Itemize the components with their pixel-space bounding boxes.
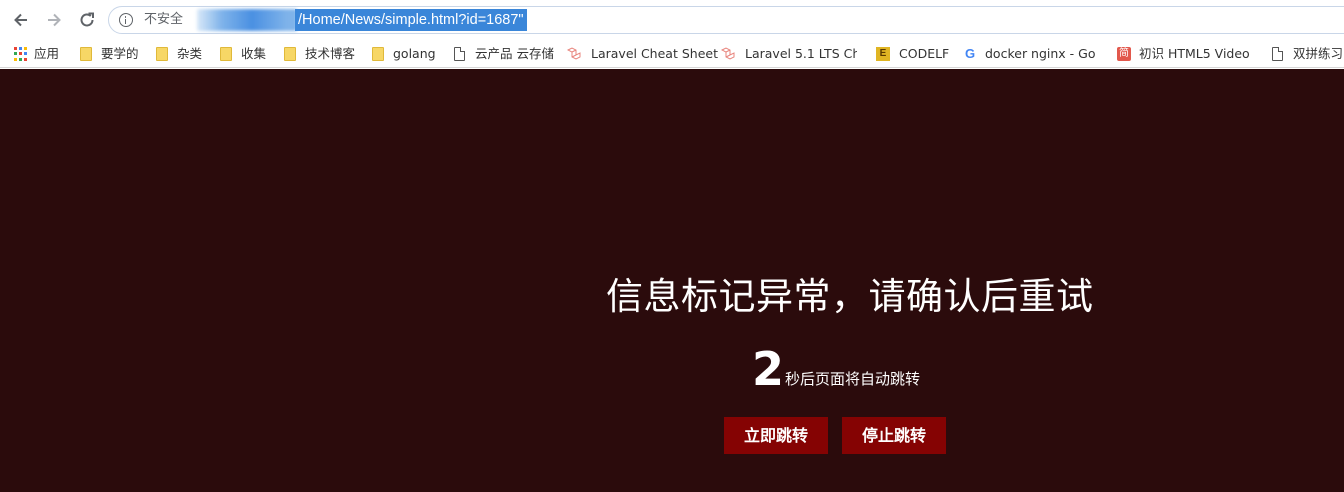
reload-button[interactable] xyxy=(75,8,99,32)
url-text[interactable]: /Home/News/simple.html?id=1687" xyxy=(295,9,527,31)
forward-button[interactable] xyxy=(42,8,66,32)
laravel-icon xyxy=(721,47,737,61)
laravel-icon xyxy=(567,47,583,61)
back-button[interactable] xyxy=(9,8,33,32)
bookmark-folder[interactable]: 收集 xyxy=(220,44,266,64)
bookmark-label: CODELF xyxy=(899,46,950,61)
redacted-host xyxy=(197,9,297,31)
bookmark-apps[interactable]: 应用 xyxy=(14,44,59,64)
bookmark-html5-video[interactable]: 简 初识 HTML5 Video xyxy=(1117,44,1251,64)
bookmark-folder[interactable]: golang xyxy=(372,44,436,64)
stop-redirect-button[interactable]: 停止跳转 xyxy=(842,417,946,454)
apps-grid-icon xyxy=(14,47,28,61)
page-icon xyxy=(454,47,465,61)
bookmark-label: 技术博客 xyxy=(305,46,356,61)
info-icon[interactable] xyxy=(119,13,133,27)
folder-icon xyxy=(156,47,168,61)
bookmark-label: 云产品 云存储 xyxy=(475,46,554,61)
bookmark-folder[interactable]: 技术博客 xyxy=(284,44,355,64)
security-label[interactable]: 不安全 xyxy=(144,12,183,28)
reload-icon xyxy=(80,12,94,27)
bookmark-label: 收集 xyxy=(241,46,267,61)
page-icon xyxy=(1272,47,1283,61)
bookmark-laravel-lts[interactable]: Laravel 5.1 LTS Che xyxy=(721,44,857,64)
countdown-text: 秒后页面将自动跳转 xyxy=(785,370,921,388)
arrow-left-icon xyxy=(14,13,27,27)
folder-icon xyxy=(80,47,92,61)
folder-icon xyxy=(284,47,296,61)
jianshu-icon: 简 xyxy=(1117,47,1131,61)
bookmark-label: 初识 HTML5 Video xyxy=(1139,46,1250,61)
bookmark-folder[interactable]: 杂类 xyxy=(156,44,202,64)
bookmark-folder[interactable]: 要学的 xyxy=(80,44,139,64)
folder-icon xyxy=(220,47,232,61)
page-content: 信息标记异常，请确认后重试 2 秒后页面将自动跳转 立即跳转 停止跳转 xyxy=(0,69,1344,492)
bookmark-label: 应用 xyxy=(34,46,60,61)
browser-toolbar: 不安全 /Home/News/simple.html?id=1687" xyxy=(0,0,1344,40)
redirect-now-button[interactable]: 立即跳转 xyxy=(724,417,828,454)
bookmark-label: Laravel Cheat Sheet xyxy=(591,46,718,61)
bookmark-codelf[interactable]: E CODELF xyxy=(876,44,949,64)
codelf-icon: E xyxy=(876,47,890,61)
arrow-right-icon xyxy=(48,13,61,27)
bookmarks-bar: 应用 要学的 杂类 收集 技术博客 golang 云产品 云存储 Laravel… xyxy=(0,40,1344,68)
folder-icon xyxy=(372,47,384,61)
bookmark-page[interactable]: 云产品 云存储 xyxy=(454,44,554,64)
bookmark-laravel-cheat-sheet[interactable]: Laravel Cheat Sheet xyxy=(567,44,718,64)
bookmark-label: Laravel 5.1 LTS Che xyxy=(745,46,857,61)
address-bar[interactable]: 不安全 /Home/News/simple.html?id=1687" xyxy=(108,6,1344,34)
bookmark-docker-nginx[interactable]: G docker nginx - Goo xyxy=(963,44,1096,64)
bookmark-label: 双拼练习 xyxy=(1293,46,1344,61)
bookmark-label: golang xyxy=(393,46,436,61)
error-message: 信息标记异常，请确认后重试 xyxy=(606,275,1094,318)
bookmark-page[interactable]: 双拼练习 xyxy=(1272,44,1343,64)
bookmark-label: 要学的 xyxy=(101,46,139,61)
bookmark-label: 杂类 xyxy=(177,46,203,61)
countdown-number: 2 xyxy=(752,342,785,396)
bookmark-label: docker nginx - Goo xyxy=(985,46,1096,61)
google-icon: G xyxy=(964,46,976,61)
